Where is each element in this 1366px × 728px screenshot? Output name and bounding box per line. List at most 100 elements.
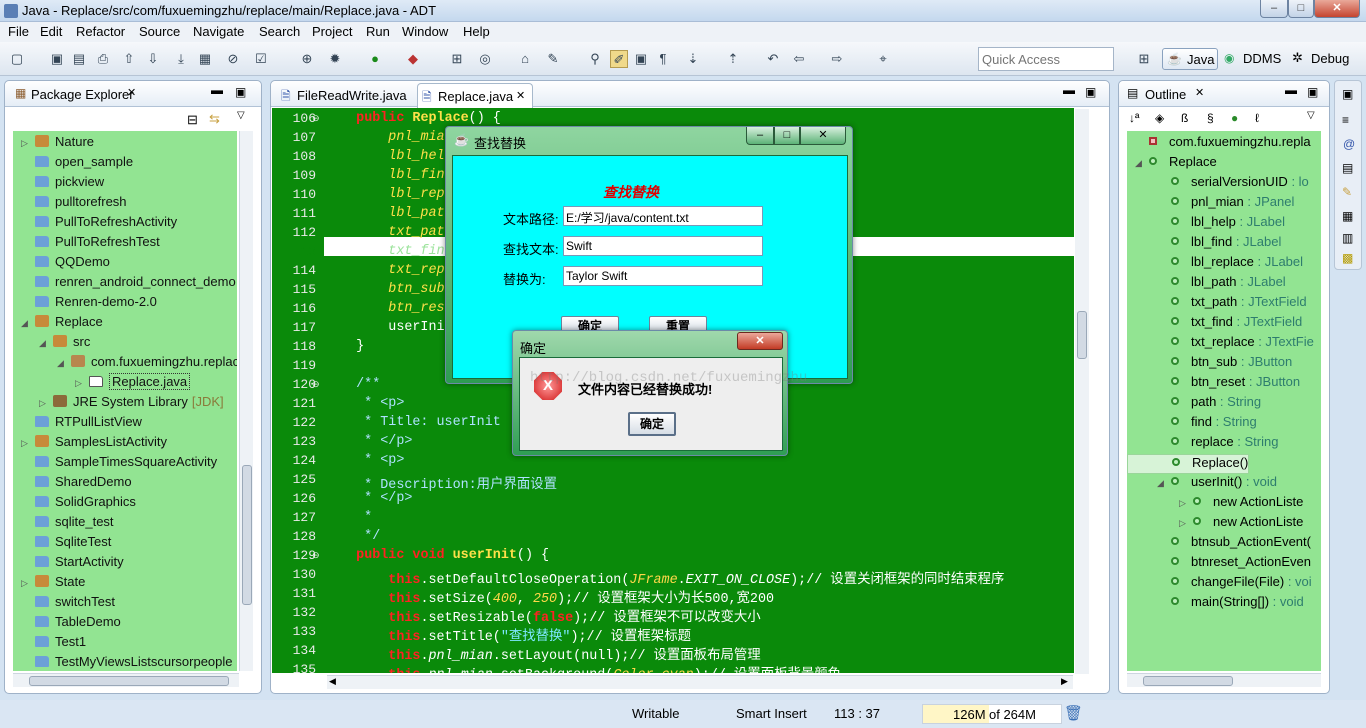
- outline-item[interactable]: main(String[]) : void: [1127, 594, 1304, 614]
- code-line[interactable]: * </p>: [324, 491, 412, 510]
- view-menu-icon[interactable]: ▽: [237, 110, 245, 121]
- outline-item[interactable]: btnreset_ActionEven: [1127, 554, 1311, 574]
- maximize-view-icon[interactable]: ▣: [1307, 85, 1318, 99]
- tree-item[interactable]: TableDemo: [13, 614, 121, 634]
- code-line[interactable]: * </p>: [324, 434, 412, 453]
- minimize-button[interactable]: –: [1260, 0, 1288, 18]
- lint-warnings-icon[interactable]: ✎: [1342, 185, 1352, 199]
- code-line[interactable]: this.setDefaultCloseOperation(JFrame.EXI…: [324, 567, 1004, 588]
- tree-item[interactable]: RTPullListView: [13, 414, 142, 434]
- tree-item[interactable]: pickview: [13, 174, 104, 194]
- editor-horizontal-scrollbar[interactable]: ◀ ▶: [327, 675, 1073, 689]
- outline-item[interactable]: ◢ Replace: [1127, 154, 1217, 174]
- save-all-icon[interactable]: ▤: [70, 50, 88, 68]
- tree-item[interactable]: PullToRefreshTest: [13, 234, 160, 254]
- garbage-collect-icon[interactable]: 🗑: [1064, 704, 1083, 722]
- expand-arrow-icon[interactable]: ▷: [21, 578, 35, 589]
- find-dialog-minimize-button[interactable]: –: [746, 127, 774, 145]
- outline-horizontal-scrollbar[interactable]: [1127, 673, 1321, 687]
- tree-item[interactable]: QQDemo: [13, 254, 110, 274]
- tree-item[interactable]: SharedDemo: [13, 474, 132, 494]
- tree-item[interactable]: ▷ State: [13, 574, 85, 594]
- tree-item[interactable]: StartActivity: [13, 554, 124, 574]
- tree-item[interactable]: Test1: [13, 634, 86, 654]
- expand-arrow-icon[interactable]: ◢: [57, 358, 71, 369]
- quick-access-box[interactable]: [978, 47, 1114, 71]
- outline-item[interactable]: ◢ userInit() : void: [1127, 474, 1277, 494]
- save-icon[interactable]: ▣: [48, 50, 66, 68]
- android-icon[interactable]: ▩: [1342, 251, 1353, 265]
- print-icon[interactable]: ⎙: [94, 50, 112, 68]
- console-icon[interactable]: ▤: [1342, 161, 1353, 175]
- code-line[interactable]: this.pnl_mian.setLayout(null);// 设置面板布局管…: [324, 643, 760, 664]
- outline-item[interactable]: changeFile(File) : voi: [1127, 574, 1312, 594]
- code-line[interactable]: * <p>: [324, 453, 404, 472]
- code-line[interactable]: btn_res: [324, 301, 444, 320]
- tree-item[interactable]: SqliteTest: [13, 534, 111, 554]
- menu-window[interactable]: Window: [402, 24, 448, 39]
- link-with-editor-icon[interactable]: ⇆: [209, 111, 220, 127]
- tree-item[interactable]: Renren-demo-2.0: [13, 294, 157, 314]
- pe-vertical-scrollbar[interactable]: [239, 131, 253, 671]
- code-line[interactable]: lbl_fin: [324, 168, 444, 187]
- lint-icon[interactable]: ⊕: [298, 50, 316, 68]
- perspective-java[interactable]: ☕ Java: [1162, 48, 1218, 70]
- tree-item[interactable]: PullToRefreshActivity: [13, 214, 177, 234]
- expand-arrow-icon[interactable]: ▷: [1179, 498, 1193, 509]
- heap-status[interactable]: 126M of 264M: [922, 704, 1062, 724]
- open-type-icon[interactable]: ⌂: [516, 50, 534, 68]
- outline-title[interactable]: Outline: [1145, 87, 1186, 102]
- upload-icon[interactable]: ⇧: [120, 50, 138, 68]
- expand-arrow-icon[interactable]: ▷: [21, 438, 35, 449]
- skip-breakpoints-icon[interactable]: ⊘: [224, 50, 242, 68]
- last-edit-icon[interactable]: ↶: [764, 50, 782, 68]
- fold-toggle-icon[interactable]: ⊖: [312, 379, 320, 390]
- code-line[interactable]: txt_pat: [324, 225, 444, 244]
- outline-item[interactable]: btn_reset : JButton: [1127, 374, 1300, 394]
- find-dialog-close-button[interactable]: ✕: [800, 127, 846, 145]
- expand-arrow-icon[interactable]: ◢: [1157, 478, 1171, 489]
- code-line[interactable]: btn_sub: [324, 282, 444, 301]
- view-menu-icon[interactable]: ▽: [1307, 110, 1315, 121]
- confirm-ok-button[interactable]: 确定: [628, 412, 676, 436]
- android-sdk-icon[interactable]: ▦: [196, 50, 214, 68]
- minimize-view-icon[interactable]: ▬: [211, 83, 223, 97]
- find-input[interactable]: Swift: [563, 236, 763, 256]
- javadoc-icon[interactable]: ≡: [1342, 113, 1349, 127]
- outline-item[interactable]: pnl_mian : JPanel: [1127, 194, 1294, 214]
- expand-arrow-icon[interactable]: ▷: [1179, 518, 1193, 529]
- menu-file[interactable]: File: [8, 24, 29, 39]
- code-line[interactable]: txt_fin: [324, 244, 444, 263]
- hide-fields-icon[interactable]: ◈: [1155, 111, 1164, 125]
- mark-occurrences-icon[interactable]: ✐: [610, 50, 628, 68]
- debug-icon[interactable]: ✹: [326, 50, 344, 68]
- block-selection-icon[interactable]: ▣: [632, 50, 650, 68]
- outline-item[interactable]: txt_path : JTextField: [1127, 294, 1307, 314]
- pe-horizontal-scrollbar[interactable]: [13, 673, 239, 687]
- outline-item[interactable]: txt_find : JTextField: [1127, 314, 1302, 334]
- back-icon[interactable]: ⇦: [790, 50, 808, 68]
- outline-item[interactable]: btn_sub : JButton: [1127, 354, 1292, 374]
- tree-item[interactable]: ▷ Replace.java: [13, 373, 191, 394]
- code-line[interactable]: this.setTitle("查找替换");// 设置框架标题: [324, 624, 691, 645]
- new-project-icon[interactable]: ◎: [476, 50, 494, 68]
- hide-local-types-icon[interactable]: ●: [1231, 111, 1238, 125]
- tree-item[interactable]: SampleTimesSquareActivity: [13, 454, 217, 474]
- pe-scroll-thumb[interactable]: [242, 465, 252, 605]
- outline-item[interactable]: com.fuxuemingzhu.repla: [1127, 134, 1311, 154]
- scroll-left-icon[interactable]: ◀: [329, 676, 336, 687]
- tree-item[interactable]: ◢ Replace: [13, 314, 103, 334]
- confirm-dialog-close-button[interactable]: ✕: [737, 332, 783, 350]
- outline-item[interactable]: lbl_path : JLabel: [1127, 274, 1286, 294]
- focus-icon[interactable]: ℓ: [1255, 111, 1259, 125]
- tree-item[interactable]: ◢ com.fuxuemingzhu.replac: [13, 354, 237, 374]
- hide-nonpublic-icon[interactable]: §: [1207, 111, 1214, 125]
- maximize-view-icon[interactable]: ▣: [1085, 85, 1096, 99]
- outline-hscroll-thumb[interactable]: [1143, 676, 1233, 686]
- code-line[interactable]: this.setResizable(false);// 设置框架不可以改变大小: [324, 605, 760, 626]
- replace-input[interactable]: Taylor Swift: [563, 266, 763, 286]
- search-icon[interactable]: ⚲: [586, 50, 604, 68]
- code-line[interactable]: * Description:用户界面设置: [324, 472, 557, 493]
- outline-item[interactable]: path : String: [1127, 394, 1261, 414]
- expand-arrow-icon[interactable]: ◢: [1135, 158, 1149, 169]
